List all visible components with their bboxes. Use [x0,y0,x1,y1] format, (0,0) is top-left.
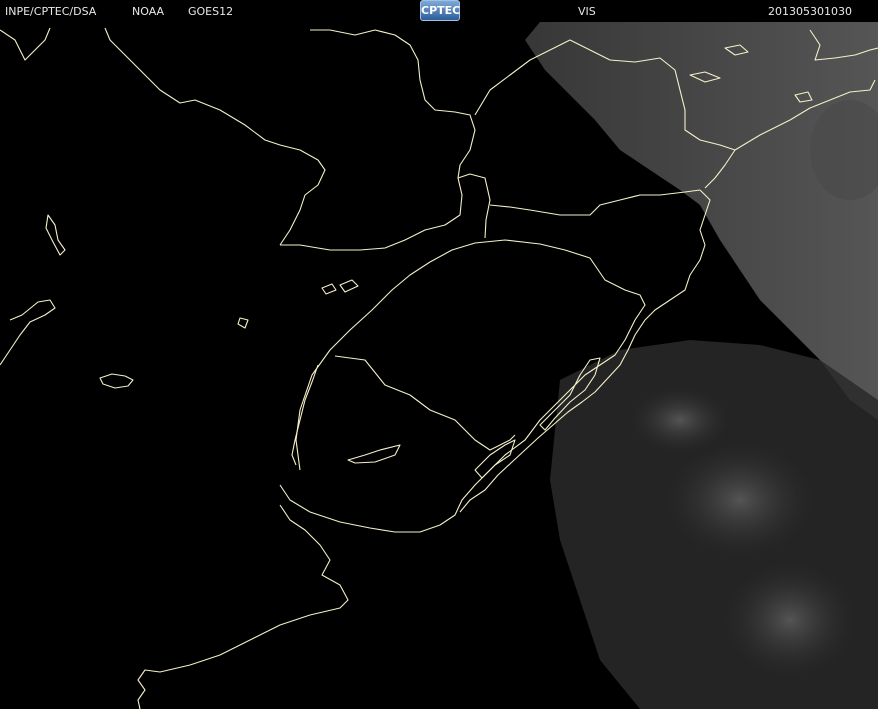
border-west [0,299,56,366]
border-paraguay [104,27,326,246]
source-label: INPE/CPTEC/DSA [5,5,97,18]
satellite-label: GOES12 [188,5,234,18]
coastline-argentina [137,504,349,709]
border-northwest [0,27,51,61]
border-paraguay-brazil [310,29,476,179]
river-parana [291,364,319,466]
lake-outline [321,283,337,295]
lake-outline [339,279,359,293]
lake-outline [347,444,401,464]
lake-outline [99,373,134,389]
satellite-map [0,22,878,709]
lagoon-mirim [474,439,516,479]
timestamp-label: 201305301030 [768,5,852,18]
cptec-logo: CPTEC [420,0,460,21]
cloud-cluster [710,550,870,690]
cloud-cluster [620,380,740,460]
lake-outline [45,214,66,256]
image-header-bar: INPE/CPTEC/DSA NOAA GOES12 CPTEC VIS 201… [0,0,878,22]
agency-label: NOAA [132,5,165,18]
border-parana [280,173,491,251]
channel-label: VIS [578,5,596,18]
border-uruguay-north [334,355,516,451]
border-santa-catarina [489,189,701,216]
lake-outline [237,317,249,329]
